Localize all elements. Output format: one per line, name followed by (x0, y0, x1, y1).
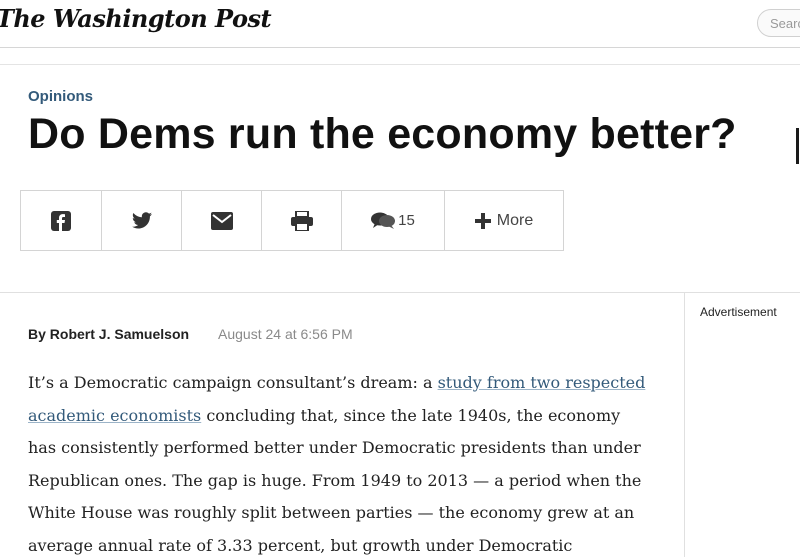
advertisement-label: Advertisement (700, 305, 777, 319)
facebook-share-button[interactable] (21, 191, 102, 250)
header-divider (0, 64, 800, 65)
article-headline: Do Dems run the economy better? (28, 110, 737, 158)
body-text-continuation: concluding that, since the late 1940s, t… (28, 405, 642, 555)
plus-icon (474, 212, 491, 229)
content-divider (0, 292, 800, 293)
sidebar-divider (684, 292, 685, 557)
comment-count: 15 (398, 212, 415, 229)
masthead: The Washington Post Search (0, 0, 800, 48)
author-byline[interactable]: By Robert J. Samuelson (28, 326, 189, 342)
twitter-icon (131, 212, 152, 229)
print-button[interactable] (262, 191, 342, 250)
share-toolbar: 15 More (20, 190, 564, 251)
section-link[interactable]: Opinions (28, 88, 93, 105)
site-logo[interactable]: The Washington Post (0, 4, 272, 33)
search-box[interactable]: Search (757, 9, 800, 37)
more-label: More (496, 211, 534, 229)
publish-timestamp: August 24 at 6:56 PM (218, 326, 353, 342)
comments-button[interactable]: 15 (342, 191, 445, 250)
article-body: It’s a Democratic campaign consultant’s … (28, 367, 648, 557)
email-share-button[interactable] (182, 191, 262, 250)
twitter-share-button[interactable] (102, 191, 182, 250)
more-share-button[interactable]: More (445, 191, 563, 250)
print-icon (290, 210, 313, 231)
comments-icon (371, 212, 396, 230)
search-placeholder: Search (770, 16, 800, 31)
email-icon (210, 211, 233, 230)
body-text-intro: It’s a Democratic campaign consultant’s … (28, 373, 438, 392)
facebook-icon (51, 210, 71, 231)
headline-overflow-glyph (796, 128, 799, 164)
